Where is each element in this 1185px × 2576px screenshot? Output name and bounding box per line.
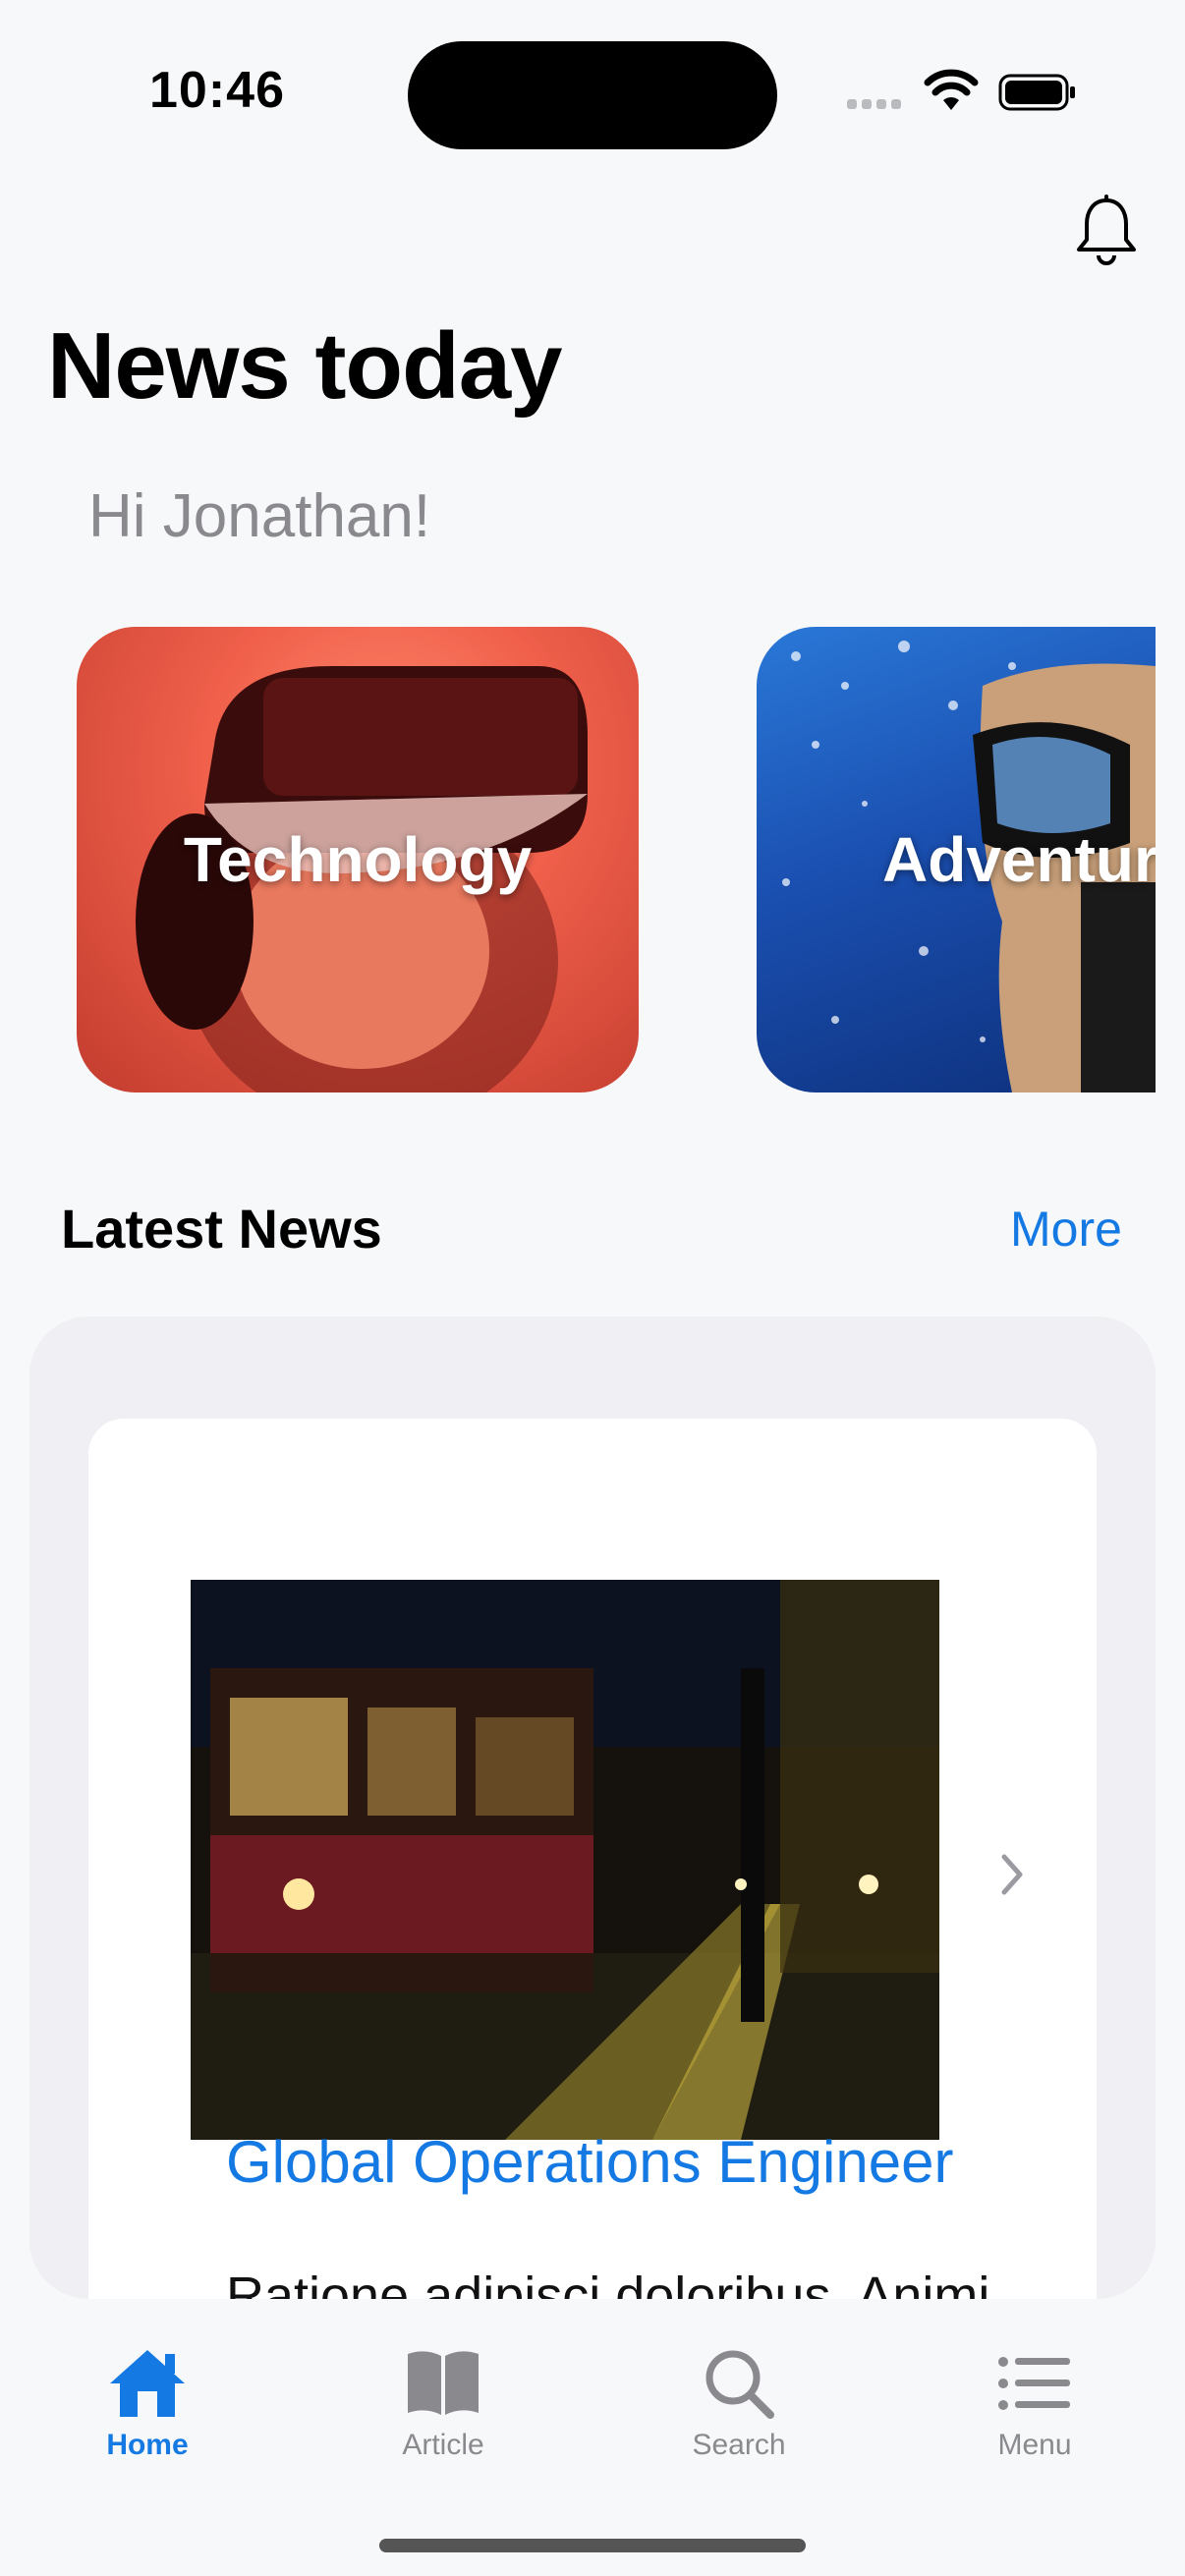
book-icon	[408, 2351, 479, 2415]
wifi-icon	[924, 69, 979, 110]
tab-label: Article	[402, 2429, 484, 2461]
status-time: 10:46	[149, 62, 285, 119]
latest-news-heading: Latest News	[61, 1198, 382, 1260]
dynamic-island	[408, 41, 777, 149]
tab-label: Search	[692, 2429, 786, 2461]
tab-label: Menu	[997, 2429, 1072, 2461]
night-tram-street-photo	[191, 1580, 939, 2140]
page-title: News today	[47, 313, 562, 419]
tab-menu[interactable]: Menu	[936, 2346, 1133, 2462]
category-label: Technology	[183, 824, 533, 895]
tab-article[interactable]: Article	[345, 2346, 541, 2462]
house-icon	[110, 2350, 185, 2417]
list-icon	[998, 2357, 1070, 2410]
cellular-signal-icon	[847, 96, 906, 110]
news-card[interactable]: Global Operations Engineer Ratione adipi…	[88, 1419, 1097, 2299]
category-label: Adventure	[882, 824, 1156, 895]
tab-home[interactable]: Home	[49, 2346, 246, 2462]
chevron-right-icon[interactable]	[992, 1847, 1032, 1902]
category-card-adventure[interactable]: Adventure	[757, 627, 1156, 1092]
tab-label: Home	[106, 2429, 189, 2461]
home-indicator	[379, 2539, 806, 2552]
bell-icon[interactable]	[1071, 195, 1142, 269]
greeting-text: Hi Jonathan!	[88, 482, 431, 550]
more-link[interactable]: More	[1010, 1201, 1122, 1258]
tab-search[interactable]: Search	[641, 2346, 837, 2462]
article-excerpt: Ratione adipisci doloribus. Animi	[226, 2267, 990, 2299]
magnifier-icon	[705, 2350, 774, 2419]
latest-news-panel: Global Operations Engineer Ratione adipi…	[29, 1316, 1156, 2299]
article-title[interactable]: Global Operations Engineer	[226, 2128, 953, 2196]
tab-bar: Home Article Search Menu	[0, 2299, 1185, 2576]
battery-icon	[998, 74, 1075, 111]
category-card-technology[interactable]: Technology	[77, 627, 639, 1092]
